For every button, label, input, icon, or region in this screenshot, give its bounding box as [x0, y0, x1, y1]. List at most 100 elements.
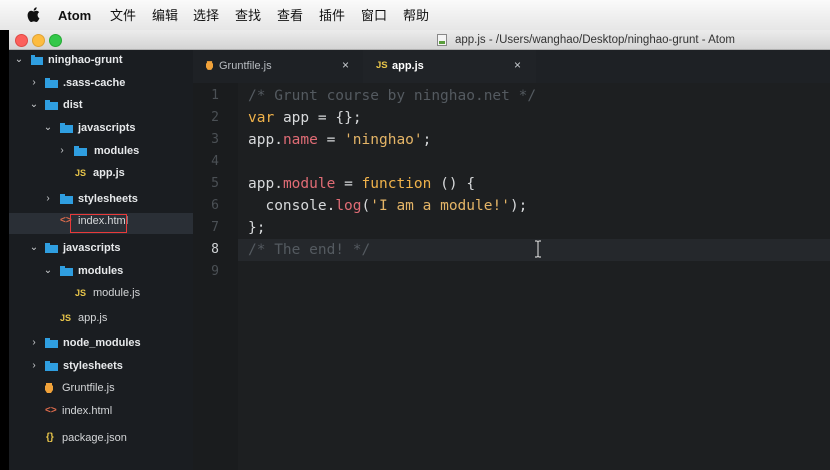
code-token: name	[282, 132, 318, 148]
code-token: )	[448, 176, 458, 192]
folder-icon	[45, 78, 58, 88]
tree-item-sass-cache[interactable]: › .sass-cache	[9, 73, 193, 93]
tree-item-javascripts[interactable]: ⌄ javascripts	[9, 238, 193, 258]
code-token: =	[317, 110, 327, 126]
selection-highlight-box	[70, 214, 127, 233]
apple-logo-icon[interactable]	[27, 7, 40, 22]
code-token: .	[274, 132, 283, 148]
code-token: ;	[518, 198, 528, 214]
js-file-icon: JS	[75, 168, 87, 178]
code-token: module	[282, 176, 336, 192]
code-token: 'I am a module!'	[370, 198, 510, 214]
tab-bar: Gruntfile.js × JS app.js ×	[193, 50, 830, 83]
code-token: var	[248, 110, 275, 126]
menu-find[interactable]: 查找	[235, 8, 261, 23]
code-editor[interactable]: 1 2 3 4 5 6 7 8 9 /* Grunt course by nin…	[193, 83, 830, 470]
line-number: 5	[211, 176, 219, 191]
tree-item-package-json[interactable]: {} package.json	[9, 428, 193, 448]
tree-view[interactable]: ⌄ ninghao-grunt › .sass-cache ⌄ dist ⌄ j…	[9, 50, 193, 470]
tab-app-js[interactable]: JS app.js ×	[363, 50, 536, 83]
chevron-right-icon: ›	[32, 337, 36, 348]
code-file-icon: <>	[45, 405, 57, 416]
code-line-2: var app = {};	[248, 107, 362, 129]
tree-root-ninghao-grunt[interactable]: ⌄ ninghao-grunt	[9, 50, 193, 70]
tree-label: stylesheets	[63, 360, 123, 372]
tree-label: javascripts	[63, 242, 121, 254]
folder-icon	[45, 100, 58, 110]
code-token: (	[361, 198, 371, 214]
code-line-3: app.name = 'ninghao';	[248, 129, 431, 151]
tree-item-node-modules[interactable]: › node_modules	[9, 333, 193, 353]
tree-label: .sass-cache	[63, 77, 126, 89]
tree-item-module-js[interactable]: JS module.js	[9, 283, 193, 303]
tree-item-modules[interactable]: ⌄ modules	[9, 261, 193, 281]
chevron-down-icon: ⌄	[29, 242, 39, 253]
menu-app-atom[interactable]: Atom	[58, 8, 91, 23]
chevron-down-icon: ⌄	[29, 99, 39, 110]
tree-item-stylesheets[interactable]: › stylesheets	[9, 356, 193, 376]
js-file-icon: JS	[376, 60, 388, 71]
line-number: 7	[211, 220, 219, 235]
code-token: =	[344, 176, 353, 192]
chevron-down-icon: ⌄	[43, 122, 53, 133]
code-line-1: /* Grunt course by ninghao.net */	[248, 85, 536, 107]
close-window-button[interactable]	[15, 34, 28, 47]
menu-view[interactable]: 查看	[277, 8, 303, 23]
chevron-right-icon: ›	[32, 360, 36, 371]
menu-selection[interactable]: 选择	[193, 8, 219, 23]
tree-label: app.js	[78, 312, 108, 324]
code-token: {	[335, 110, 345, 126]
code-comment: /* Grunt course by ninghao.net */	[248, 88, 537, 104]
code-line-6: console.log('I am a module!');	[248, 195, 527, 217]
code-line-7: };	[248, 217, 265, 239]
tree-label: app.js	[93, 167, 125, 179]
line-number: 3	[211, 132, 219, 147]
window-titlebar: app.js - /Users/wanghao/Desktop/ninghao-…	[9, 30, 830, 50]
tree-label: ninghao-grunt	[48, 54, 123, 66]
code-line-8: /* The end! */	[248, 239, 370, 261]
current-line-number: 8	[211, 242, 219, 257]
menu-file[interactable]: 文件	[110, 8, 136, 23]
tree-label: dist	[63, 99, 83, 111]
tree-item-dist[interactable]: ⌄ dist	[9, 95, 193, 115]
line-number: 1	[211, 88, 219, 103]
tree-item-dist-javascripts[interactable]: ⌄ javascripts	[9, 118, 193, 138]
chevron-right-icon: ›	[32, 77, 36, 88]
code-token: console	[265, 198, 327, 214]
tree-item-index-html[interactable]: <> index.html	[9, 401, 193, 421]
tree-item-app-js[interactable]: JS app.js	[9, 308, 193, 328]
close-tab-icon[interactable]: ×	[342, 58, 349, 72]
menu-packages[interactable]: 插件	[319, 8, 345, 23]
tree-label: index.html	[62, 405, 113, 417]
tab-gruntfile-js[interactable]: Gruntfile.js ×	[193, 50, 363, 83]
tree-item-dist-modules[interactable]: › modules	[9, 141, 193, 161]
code-token: }	[344, 110, 353, 126]
menu-window[interactable]: 窗口	[361, 8, 387, 23]
tree-label: Gruntfile.js	[62, 382, 115, 394]
grunt-icon	[45, 383, 53, 393]
tree-item-dist-stylesheets[interactable]: › stylesheets	[9, 189, 193, 209]
code-token: app	[248, 132, 275, 148]
tree-label: modules	[78, 265, 124, 277]
line-number: 2	[211, 110, 219, 125]
zoom-window-button[interactable]	[49, 34, 62, 47]
folder-icon	[45, 338, 58, 348]
minimize-window-button[interactable]	[32, 34, 45, 47]
code-token: 'ninghao'	[344, 132, 423, 148]
line-number: 9	[211, 264, 219, 279]
code-token: )	[509, 198, 519, 214]
menu-help[interactable]: 帮助	[403, 8, 429, 23]
tree-item-gruntfile-js[interactable]: Gruntfile.js	[9, 378, 193, 398]
tab-label: Gruntfile.js	[219, 60, 272, 72]
close-tab-icon[interactable]: ×	[514, 58, 521, 72]
tree-label: stylesheets	[78, 193, 138, 205]
chevron-down-icon: ⌄	[14, 54, 24, 65]
menu-edit[interactable]: 编辑	[152, 8, 178, 23]
line-number-gutter: 1 2 3 4 5 6 7 8 9	[193, 83, 238, 470]
tree-item-dist-app-js[interactable]: JS app.js	[9, 163, 193, 183]
